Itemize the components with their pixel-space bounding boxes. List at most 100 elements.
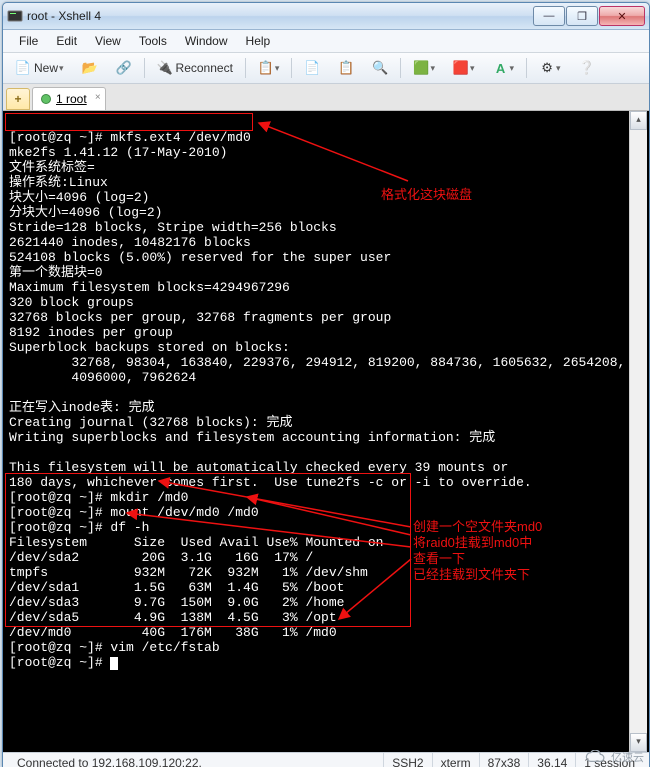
clipboard-icon: 📋 <box>258 60 274 76</box>
palette1-button[interactable]: 🟩▾ <box>407 57 441 79</box>
new-icon: 📄 <box>15 60 31 76</box>
open-icon: 📂 <box>82 60 98 76</box>
chevron-down-icon: ▾ <box>275 63 280 74</box>
term-line: Stride=128 blocks, Stripe width=256 bloc… <box>9 220 337 235</box>
term-line: 32768, 98304, 163840, 229376, 294912, 81… <box>9 355 625 370</box>
term-line: 524108 blocks (5.00%) reserved for the s… <box>9 250 391 265</box>
term-line: [root@zq ~]# mount /dev/md0 /md0 <box>9 505 259 520</box>
titlebar[interactable]: root - Xshell 4 — ❐ ✕ <box>3 3 649 30</box>
help-icon: ❔ <box>579 60 595 76</box>
term-line: This filesystem will be automatically ch… <box>9 460 508 475</box>
term-line: /dev/sda2 20G 3.1G 16G 17% / <box>9 550 313 565</box>
annotation-text-1: 格式化这块磁盘 <box>381 187 472 203</box>
chevron-down-icon: ▾ <box>59 63 64 74</box>
menu-edit[interactable]: Edit <box>48 32 85 50</box>
scroll-up-button[interactable]: ▴ <box>630 111 647 130</box>
app-window: root - Xshell 4 — ❐ ✕ File Edit View Too… <box>2 2 650 767</box>
session-tab[interactable]: 1 root × <box>32 87 106 110</box>
open-button[interactable]: 📂 <box>76 57 104 79</box>
separator <box>245 58 246 78</box>
tab-close-icon[interactable]: × <box>95 92 101 103</box>
props-button[interactable]: 📋▾ <box>252 57 286 79</box>
status-bar: Connected to 192.168.109.120:22. SSH2 xt… <box>3 752 649 767</box>
scrollbar[interactable]: ▴ ▾ <box>629 111 647 752</box>
link-icon: 🔗 <box>116 60 132 76</box>
menu-help[interactable]: Help <box>238 32 279 50</box>
term-line: 32768 blocks per group, 32768 fragments … <box>9 310 391 325</box>
menu-window[interactable]: Window <box>177 32 236 50</box>
scroll-track[interactable] <box>630 130 647 733</box>
term-line: /dev/sda3 9.7G 150M 9.0G 2% /home <box>9 595 344 610</box>
app-icon <box>7 8 23 24</box>
term-line: [root@zq ~]# df -h <box>9 520 149 535</box>
term-line: [root@zq ~]# mkfs.ext4 /dev/md0 <box>9 130 251 145</box>
tab-bar: + 1 root × <box>3 84 649 111</box>
term-line: [root@zq ~]# mkdir /md0 <box>9 490 188 505</box>
term-line: Filesystem Size Used Avail Use% Mounted … <box>9 535 383 550</box>
term-line: 文件系统标签= <box>9 160 95 175</box>
maximize-button[interactable]: ❐ <box>566 6 598 26</box>
term-line: mke2fs 1.41.12 (17-May-2010) <box>9 145 227 160</box>
menubar: File Edit View Tools Window Help <box>3 30 649 53</box>
status-protocol: SSH2 <box>384 753 432 767</box>
menu-view[interactable]: View <box>87 32 129 50</box>
term-line: Creating journal (32768 blocks): 完成 <box>9 415 292 430</box>
new-button[interactable]: 📄 New ▾ <box>9 57 70 79</box>
separator <box>144 58 145 78</box>
font-button[interactable]: A▾ <box>487 57 521 79</box>
term-line: Superblock backups stored on blocks: <box>9 340 290 355</box>
term-line: 2621440 inodes, 10482176 blocks <box>9 235 251 250</box>
palette2-button[interactable]: 🟥▾ <box>447 57 481 79</box>
color-icon: 🟥 <box>453 60 469 76</box>
settings-button[interactable]: ⚙▾ <box>533 57 567 79</box>
copy-button[interactable]: 📄 <box>298 57 326 79</box>
font-icon: A <box>493 60 509 76</box>
term-line: /dev/md0 40G 176M 38G 1% /md0 <box>9 625 337 640</box>
tab-label: 1 root <box>56 92 87 106</box>
term-line: 4096000, 7962624 <box>9 370 196 385</box>
status-connection: Connected to 192.168.109.120:22. <box>9 753 384 767</box>
menu-tools[interactable]: Tools <box>131 32 175 50</box>
find-button[interactable]: 🔍 <box>366 57 394 79</box>
cloud-icon <box>585 750 607 764</box>
help-button[interactable]: ❔ <box>573 57 601 79</box>
term-line: 180 days, whichever comes first. Use tun… <box>9 475 532 490</box>
color-icon: 🟩 <box>413 60 429 76</box>
toolbar: 📄 New ▾ 📂 🔗 🔌 Reconnect 📋▾ 📄 📋 🔍 🟩▾ 🟥▾ A… <box>3 53 649 84</box>
cursor <box>110 657 118 670</box>
term-line: 正在写入inode表: 完成 <box>9 400 155 415</box>
terminal[interactable]: [root@zq ~]# mkfs.ext4 /dev/md0 mke2fs 1… <box>3 111 649 752</box>
annotation-text-2: 创建一个空文件夹md0 将raid0挂载到md0中 查看一下 已经挂载到文件夹下 <box>413 519 542 583</box>
term-line: 分块大小=4096 (log=2) <box>9 205 162 220</box>
disconnect-icon: 🔌 <box>157 60 173 76</box>
term-line: /dev/sda1 1.5G 63M 1.4G 5% /boot <box>9 580 344 595</box>
menu-file[interactable]: File <box>11 32 46 50</box>
term-line: Writing superblocks and filesystem accou… <box>9 430 495 445</box>
paste-icon: 📋 <box>338 60 354 76</box>
link-button[interactable]: 🔗 <box>110 57 138 79</box>
separator <box>291 58 292 78</box>
copy-icon: 📄 <box>304 60 320 76</box>
close-button[interactable]: ✕ <box>599 6 645 26</box>
status-dot-icon <box>41 94 51 104</box>
minimize-button[interactable]: — <box>533 6 565 26</box>
status-cursor: 36,14 <box>529 753 576 767</box>
gear-icon: ⚙ <box>539 60 555 76</box>
term-line: 320 block groups <box>9 295 134 310</box>
term-line: tmpfs 932M 72K 932M 1% /dev/shm <box>9 565 368 580</box>
paste-button[interactable]: 📋 <box>332 57 360 79</box>
term-line: Maximum filesystem blocks=4294967296 <box>9 280 290 295</box>
term-line: 第一个数据块=0 <box>9 265 103 280</box>
highlight-box-cmd1 <box>5 113 253 131</box>
new-tab-button[interactable]: + <box>6 88 30 110</box>
status-term: xterm <box>433 753 480 767</box>
reconnect-button[interactable]: 🔌 Reconnect <box>151 57 239 79</box>
term-line: 8192 inodes per group <box>9 325 173 340</box>
separator <box>526 58 527 78</box>
watermark: 亿速云 <box>585 749 644 765</box>
status-size: 87x38 <box>480 753 530 767</box>
term-line: [root@zq ~]# <box>9 655 110 670</box>
term-line: [root@zq ~]# vim /etc/fstab <box>9 640 220 655</box>
find-icon: 🔍 <box>372 60 388 76</box>
term-line: /dev/sda5 4.9G 138M 4.5G 3% /opt <box>9 610 337 625</box>
